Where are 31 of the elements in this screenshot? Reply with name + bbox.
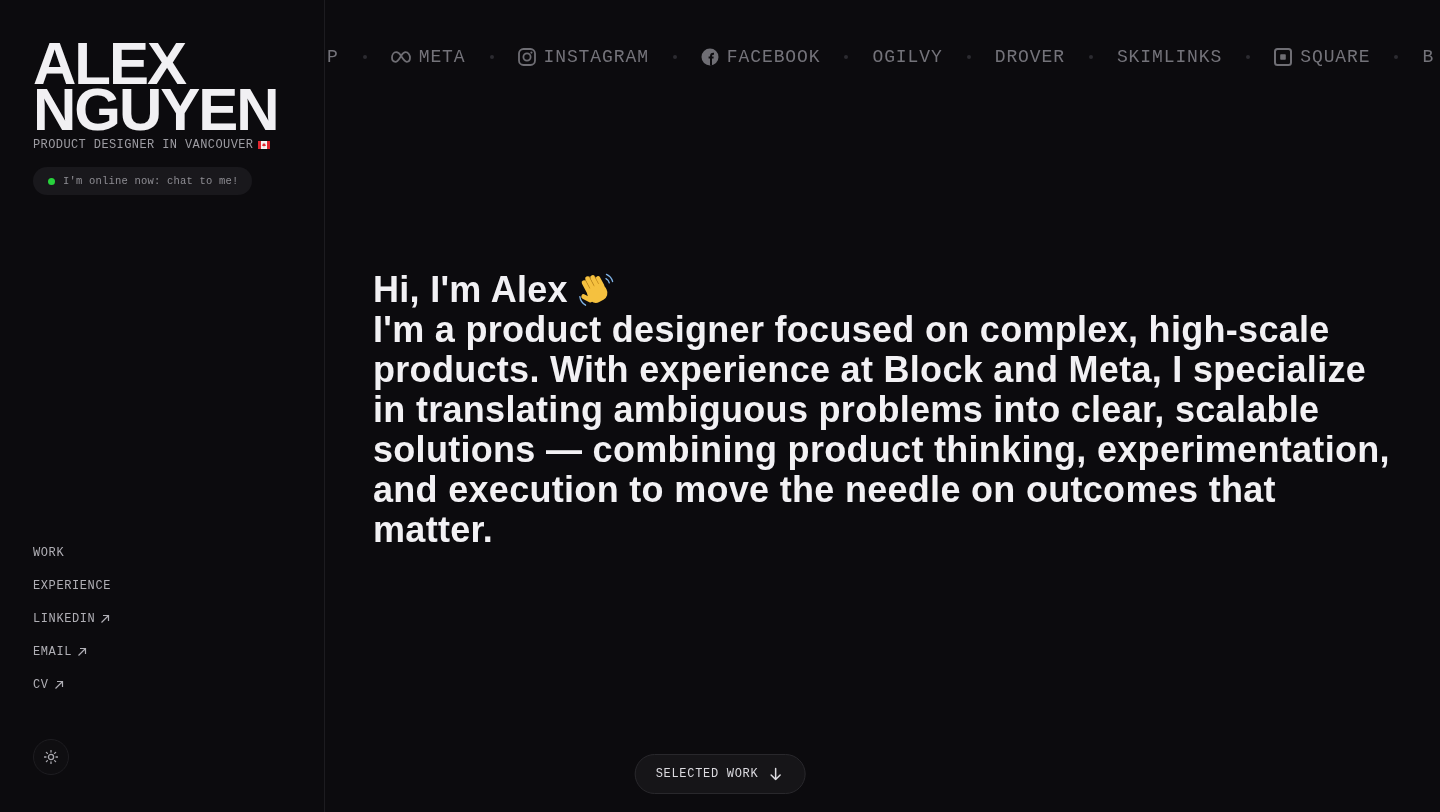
company-name: OGILVY	[872, 46, 943, 69]
camera-logo-icon	[517, 48, 536, 66]
company-name: INSTAGRAM	[543, 46, 649, 69]
arrow-up-right-icon	[77, 647, 87, 657]
bio-text: I'm a product designer focused on complex, high-scale products. With experience at Block and Meta, I specialize in translating ambiguous problems into clear, scalable solutions — combining product thinking, experimentation, and execution to move the needle on outcomes that matter.	[373, 310, 1391, 550]
name-heading: ALEX NGUYEN	[33, 41, 279, 133]
company-name: B	[1422, 46, 1435, 69]
arrow-up-right-icon	[53, 680, 64, 690]
infinity-logo-icon	[390, 51, 411, 63]
company-name: SQUARE	[1300, 46, 1371, 69]
company-name: FACEBOOK	[726, 46, 821, 69]
tagline-text: PRODUCT DESIGNER IN VANCOUVER	[33, 137, 254, 153]
theme-toggle-button[interactable]	[33, 739, 69, 775]
chat-status-button[interactable]: I'm online now: chat to me!	[33, 167, 252, 195]
nav-link[interactable]: LINKEDIN	[33, 611, 111, 627]
greeting-heading: Hi, I'm Alex	[373, 270, 568, 310]
nav-link[interactable]: WORK	[33, 545, 65, 561]
selected-work-button[interactable]: SELECTED WORK	[634, 754, 806, 794]
company-name: META	[418, 46, 466, 69]
nav-link[interactable]: EXPERIENCE	[33, 578, 111, 594]
sun-icon	[44, 750, 58, 764]
arrow-up-right-icon	[100, 614, 111, 624]
square-logo-icon	[1274, 48, 1293, 66]
flag-icon	[258, 141, 271, 149]
company-name: P	[327, 46, 339, 69]
company-name: SKIMLINKS	[1116, 46, 1223, 69]
f-logo-icon	[700, 48, 719, 66]
nav-link[interactable]: EMAIL	[33, 644, 87, 660]
arrow-down-icon	[768, 767, 783, 781]
nav-link[interactable]: CV	[33, 677, 64, 693]
company-name: DROVER	[994, 46, 1065, 69]
